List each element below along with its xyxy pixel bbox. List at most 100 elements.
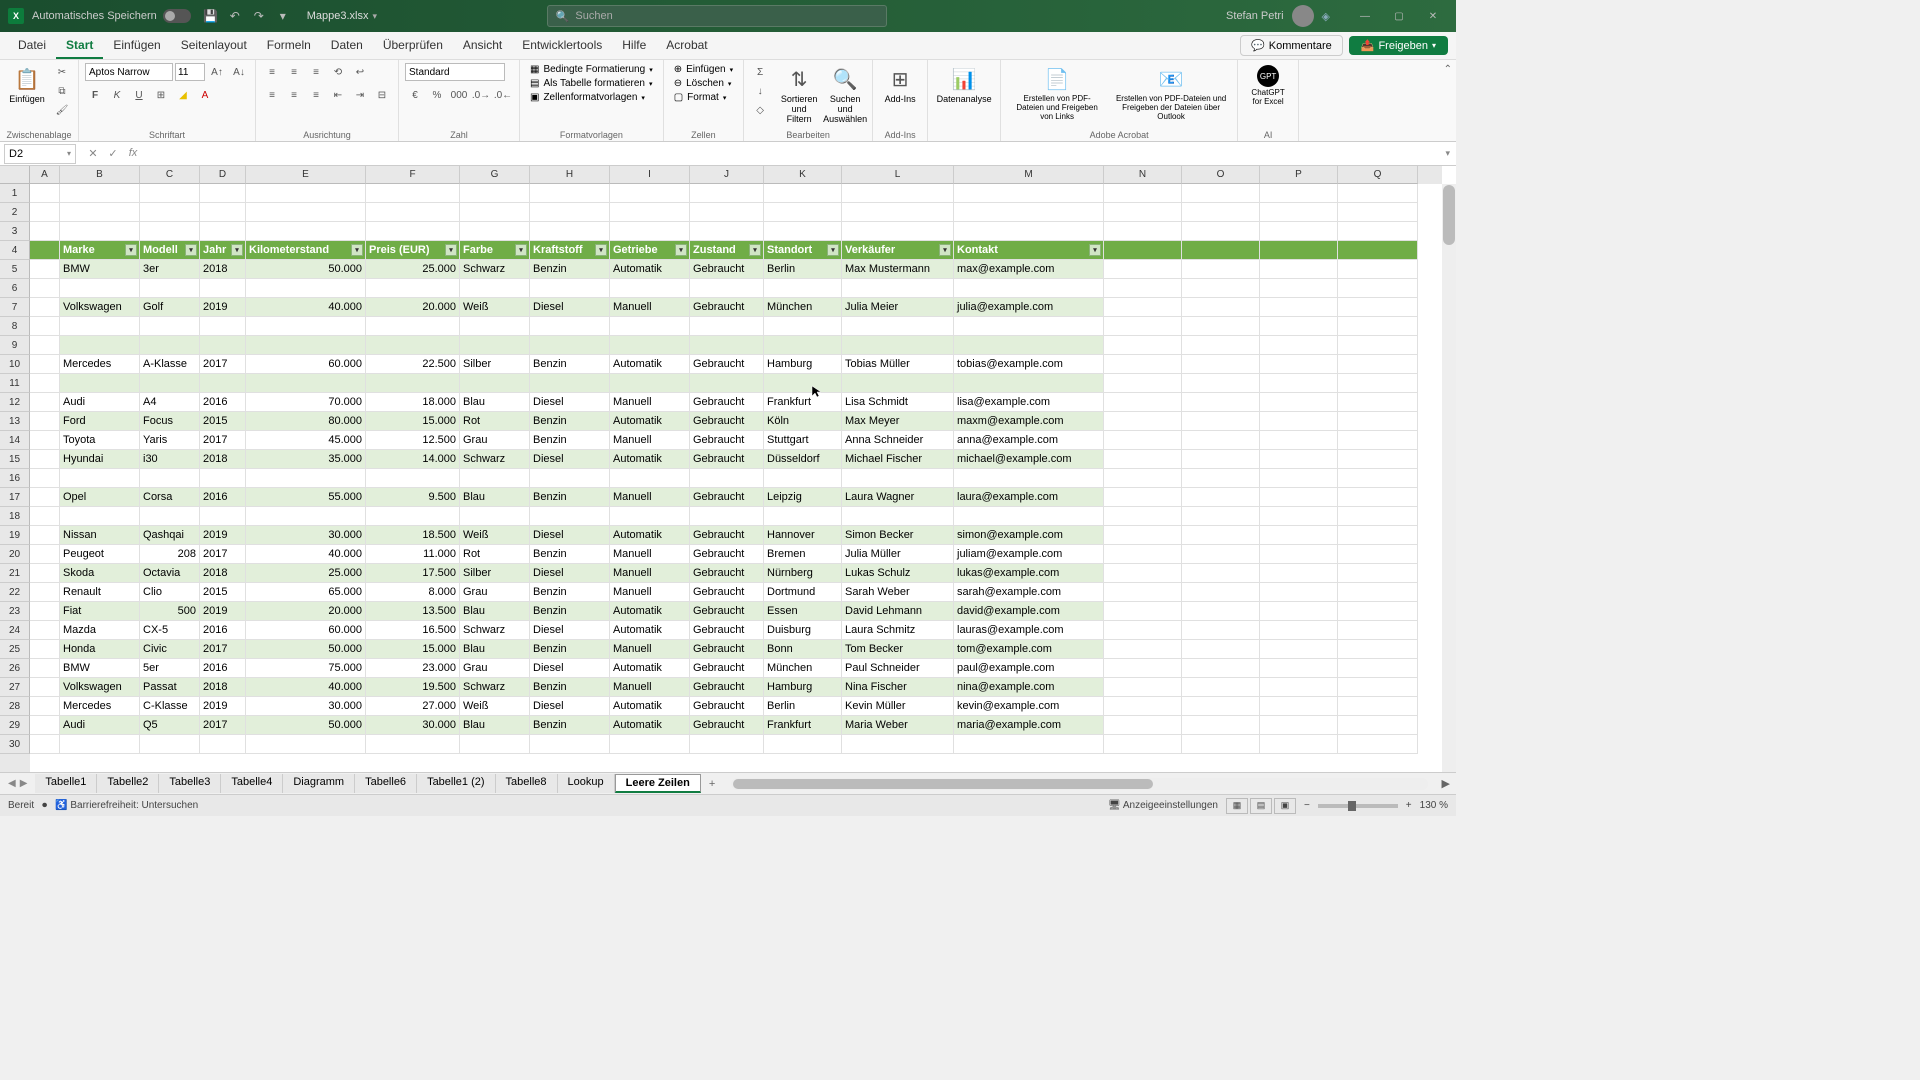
row-header-27[interactable]: 27 [0, 678, 30, 697]
cell-O22[interactable] [1182, 583, 1260, 602]
cell-K22[interactable]: Dortmund [764, 583, 842, 602]
cell-A14[interactable] [30, 431, 60, 450]
align-center-button[interactable]: ≡ [284, 86, 304, 104]
cell-F19[interactable]: 18.500 [366, 526, 460, 545]
cell-C7[interactable]: Golf [140, 298, 200, 317]
column-header-K[interactable]: K [764, 166, 842, 184]
cell-F5[interactable]: 25.000 [366, 260, 460, 279]
cell-E27[interactable]: 40.000 [246, 678, 366, 697]
cell-B20[interactable]: Peugeot [60, 545, 140, 564]
cancel-formula-button[interactable]: ✕ [84, 147, 102, 160]
cell-F16[interactable] [366, 469, 460, 488]
insert-cells-button[interactable]: ⊕Einfügen▾ [670, 63, 737, 76]
italic-button[interactable]: K [107, 86, 127, 104]
cell-E10[interactable]: 60.000 [246, 355, 366, 374]
cell-N6[interactable] [1104, 279, 1182, 298]
copy-button[interactable]: ⧉ [52, 82, 72, 100]
cell-N11[interactable] [1104, 374, 1182, 393]
cell-P29[interactable] [1260, 716, 1338, 735]
cell-L11[interactable] [842, 374, 954, 393]
cell-Q6[interactable] [1338, 279, 1418, 298]
cell-H14[interactable]: Benzin [530, 431, 610, 450]
cell-K10[interactable]: Hamburg [764, 355, 842, 374]
cell-N10[interactable] [1104, 355, 1182, 374]
cell-L3[interactable] [842, 222, 954, 241]
cell-B3[interactable] [60, 222, 140, 241]
cell-F24[interactable]: 16.500 [366, 621, 460, 640]
cell-O3[interactable] [1182, 222, 1260, 241]
cell-D15[interactable]: 2018 [200, 450, 246, 469]
cell-J21[interactable]: Gebraucht [690, 564, 764, 583]
cell-O26[interactable] [1182, 659, 1260, 678]
cell-F29[interactable]: 30.000 [366, 716, 460, 735]
cell-I25[interactable]: Manuell [610, 640, 690, 659]
cell-A7[interactable] [30, 298, 60, 317]
expand-formula-icon[interactable]: ▾ [1439, 148, 1456, 159]
filter-arrow[interactable]: ▾ [827, 244, 839, 256]
cell-H5[interactable]: Benzin [530, 260, 610, 279]
cell-N26[interactable] [1104, 659, 1182, 678]
cell-G27[interactable]: Schwarz [460, 678, 530, 697]
cell-M7[interactable]: julia@example.com [954, 298, 1104, 317]
cell-H17[interactable]: Benzin [530, 488, 610, 507]
save-icon[interactable]: 💾 [203, 8, 219, 24]
cell-K14[interactable]: Stuttgart [764, 431, 842, 450]
cell-Q10[interactable] [1338, 355, 1418, 374]
cell-N30[interactable] [1104, 735, 1182, 754]
cell-L26[interactable]: Paul Schneider [842, 659, 954, 678]
cell-I22[interactable]: Manuell [610, 583, 690, 602]
cell-J3[interactable] [690, 222, 764, 241]
cell-D5[interactable]: 2018 [200, 260, 246, 279]
cell-styles-button[interactable]: ▣Zellenformatvorlagen▾ [526, 91, 657, 104]
cell-O20[interactable] [1182, 545, 1260, 564]
cell-E17[interactable]: 55.000 [246, 488, 366, 507]
row-header-5[interactable]: 5 [0, 260, 30, 279]
cell-G24[interactable]: Schwarz [460, 621, 530, 640]
share-button[interactable]: 📤 Freigeben ▾ [1349, 36, 1448, 55]
cell-P22[interactable] [1260, 583, 1338, 602]
cell-M12[interactable]: lisa@example.com [954, 393, 1104, 412]
cell-B17[interactable]: Opel [60, 488, 140, 507]
display-settings[interactable]: 🖥 Anzeigeeinstellungen [1108, 800, 1218, 811]
find-select-button[interactable]: 🔍 Suchen und Auswählen [824, 63, 866, 127]
sheet-tab-tabelle4[interactable]: Tabelle4 [221, 774, 283, 793]
cell-J16[interactable] [690, 469, 764, 488]
cell-H23[interactable]: Benzin [530, 602, 610, 621]
cell-P9[interactable] [1260, 336, 1338, 355]
cell-D23[interactable]: 2019 [200, 602, 246, 621]
cell-F13[interactable]: 15.000 [366, 412, 460, 431]
cell-I24[interactable]: Automatik [610, 621, 690, 640]
cell-P30[interactable] [1260, 735, 1338, 754]
row-header-25[interactable]: 25 [0, 640, 30, 659]
cell-L8[interactable] [842, 317, 954, 336]
cell-E8[interactable] [246, 317, 366, 336]
filter-arrow[interactable]: ▾ [595, 244, 607, 256]
cell-G7[interactable]: Weiß [460, 298, 530, 317]
cell-Q24[interactable] [1338, 621, 1418, 640]
cell-C10[interactable]: A-Klasse [140, 355, 200, 374]
cell-P27[interactable] [1260, 678, 1338, 697]
cell-O21[interactable] [1182, 564, 1260, 583]
cell-A28[interactable] [30, 697, 60, 716]
cell-H29[interactable]: Benzin [530, 716, 610, 735]
column-header-O[interactable]: O [1182, 166, 1260, 184]
row-header-14[interactable]: 14 [0, 431, 30, 450]
cell-H2[interactable] [530, 203, 610, 222]
cell-I20[interactable]: Manuell [610, 545, 690, 564]
ribbon-tab-start[interactable]: Start [56, 33, 103, 59]
cell-D20[interactable]: 2017 [200, 545, 246, 564]
cell-O11[interactable] [1182, 374, 1260, 393]
cell-D22[interactable]: 2015 [200, 583, 246, 602]
sheet-tab-tabelle6[interactable]: Tabelle6 [355, 774, 417, 793]
cell-E28[interactable]: 30.000 [246, 697, 366, 716]
cell-C11[interactable] [140, 374, 200, 393]
cell-I21[interactable]: Manuell [610, 564, 690, 583]
cell-I6[interactable] [610, 279, 690, 298]
cell-Q12[interactable] [1338, 393, 1418, 412]
cell-B5[interactable]: BMW [60, 260, 140, 279]
cell-B10[interactable]: Mercedes [60, 355, 140, 374]
cell-K1[interactable] [764, 184, 842, 203]
cell-K4[interactable]: Standort▾ [764, 241, 842, 260]
row-header-18[interactable]: 18 [0, 507, 30, 526]
vscroll-thumb[interactable] [1443, 185, 1455, 245]
